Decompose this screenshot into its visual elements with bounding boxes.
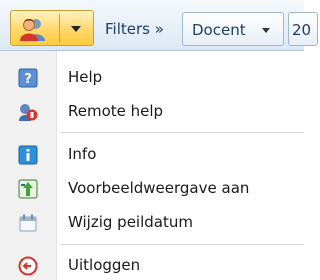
toolbar: Filters » Docent 20 — [0, 0, 318, 51]
menu-item-preview[interactable]: Voorbeeldweergave aan — [0, 173, 304, 203]
menu-item-label: Help — [68, 68, 103, 86]
preview-icon — [18, 179, 38, 199]
menu-item-logout[interactable]: Uitloggen — [0, 250, 304, 280]
logout-icon — [18, 256, 38, 276]
menu-item-label: Voorbeeldweergave aan — [68, 179, 250, 197]
remote-help-icon — [19, 104, 38, 121]
menu-item-label: Remote help — [68, 102, 164, 120]
menu-item-info[interactable]: Info — [0, 139, 304, 169]
user-dropdown-menu: ? Help Remote help Info Voorbeeldweergav… — [0, 51, 304, 280]
menu-divider — [60, 244, 304, 245]
filters-label[interactable]: Filters » — [105, 20, 164, 38]
user-menu-button[interactable] — [10, 10, 94, 46]
filter-chip-next-label: 20 — [292, 21, 312, 39]
help-icon: ? — [18, 68, 38, 88]
info-icon — [18, 145, 38, 165]
svg-text:?: ? — [24, 72, 32, 87]
menu-item-label: Wijzig peildatum — [68, 213, 193, 231]
filter-chip-next[interactable]: 20 — [288, 12, 318, 46]
filter-chip-label: Docent — [192, 21, 246, 39]
menu-item-remote-help[interactable]: Remote help — [0, 96, 304, 126]
calendar-icon — [19, 214, 37, 232]
menu-item-label: Uitloggen — [68, 256, 141, 274]
users-icon — [20, 19, 45, 41]
filter-chip-docent[interactable]: Docent — [182, 12, 284, 46]
split-divider — [59, 14, 60, 42]
menu-item-label: Info — [68, 145, 97, 163]
chevron-down-icon — [262, 28, 270, 33]
chevron-down-icon[interactable] — [71, 26, 81, 32]
menu-divider — [60, 132, 304, 133]
menu-item-change-date[interactable]: Wijzig peildatum — [0, 207, 304, 237]
menu-item-help[interactable]: ? Help — [0, 62, 304, 92]
